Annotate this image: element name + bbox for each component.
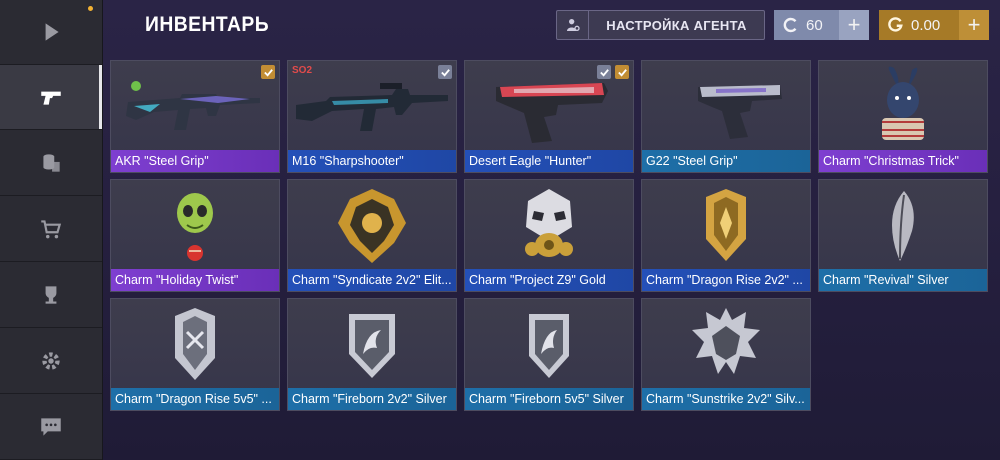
inventory-item[interactable]: Charm "Sunstrike 2v2" Silv...: [641, 298, 811, 411]
bunny-charm-icon: [819, 61, 987, 152]
spiked-shield-icon: [642, 299, 810, 390]
gold-currency: 0.00 +: [879, 10, 989, 40]
silver-balance: 60: [806, 16, 823, 34]
equipped-check: [615, 65, 629, 79]
silver-coin-icon: [783, 17, 797, 33]
item-name-bar: Charm "Dragon Rise 5v5" ...: [111, 388, 279, 410]
inventory-item[interactable]: Charm "Holiday Twist": [110, 179, 280, 292]
coins-icon: [43, 154, 60, 172]
page-title: ИНВЕНТАРЬ: [145, 13, 270, 36]
add-gold-button[interactable]: +: [959, 10, 989, 40]
chat-icon: [41, 418, 61, 436]
play-icon: [45, 23, 59, 41]
gold-balance: 0.00: [911, 16, 941, 34]
inventory-item[interactable]: Charm "Dragon Rise 2v2" ...: [641, 179, 811, 292]
silver-shield-icon: [111, 299, 279, 390]
agent-settings-button[interactable]: НАСТРОЙКА АГЕНТА: [556, 10, 765, 40]
feather-charm-icon: [819, 180, 987, 271]
inventory-item[interactable]: Charm "Syndicate 2v2" Elit...: [287, 179, 457, 292]
check-icon: [599, 68, 609, 77]
agent-settings-label: НАСТРОЙКА АГЕНТА: [606, 17, 747, 33]
check-icon: [263, 68, 273, 77]
silver-balance-area: 60: [774, 10, 839, 40]
sidebar-item-events[interactable]: [0, 263, 102, 328]
pistol-icon: [41, 91, 61, 105]
sidebar-item-coins[interactable]: [0, 131, 102, 196]
check-icon: [617, 68, 627, 77]
alien-charm-icon: [111, 180, 279, 271]
agent-icon: [566, 19, 580, 31]
sidebar-item-play[interactable]: [0, 0, 102, 65]
inventory-item[interactable]: Charm "Christmas Trick": [818, 60, 988, 173]
equipped-check: [438, 65, 452, 79]
inventory-item[interactable]: Charm "Dragon Rise 5v5" ...: [110, 298, 280, 411]
item-name-bar: Charm "Revival" Silver: [819, 269, 987, 291]
inventory-item[interactable]: SO2 M16 "Sharpshooter": [287, 60, 457, 173]
inventory-item[interactable]: Charm "Fireborn 2v2" Silver: [287, 298, 457, 411]
sticker-icon: SO2: [292, 65, 313, 76]
gold-coin-icon: [888, 17, 903, 32]
item-name-bar: Charm "Project Z9" Gold: [465, 269, 633, 291]
pistol-icon: [642, 61, 810, 152]
inventory-item[interactable]: Charm "Revival" Silver: [818, 179, 988, 292]
check-icon: [440, 68, 450, 77]
add-silver-button[interactable]: +: [839, 10, 869, 40]
sidebar-nav: [0, 0, 103, 460]
dragon-shield-icon: [288, 299, 456, 390]
gold-emblem-icon: [288, 180, 456, 271]
inventory-item[interactable]: Desert Eagle "Hunter": [464, 60, 634, 173]
item-name-bar: Charm "Holiday Twist": [111, 269, 279, 291]
equipped-check: [261, 65, 275, 79]
item-name-bar: Charm "Sunstrike 2v2" Silv...: [642, 388, 810, 410]
rifle-icon: [288, 61, 456, 152]
item-name-bar: Charm "Dragon Rise 2v2" ...: [642, 269, 810, 291]
sidebar-item-inventory[interactable]: [0, 65, 102, 130]
sidebar-item-settings[interactable]: [0, 329, 102, 394]
item-name-bar: Desert Eagle "Hunter": [465, 150, 633, 172]
dragon-shield-icon: [465, 299, 633, 390]
gear-icon: [42, 352, 60, 370]
gasmask-charm-icon: [465, 180, 633, 271]
cart-icon: [41, 220, 62, 239]
sidebar-item-shop[interactable]: [0, 197, 102, 262]
gold-balance-area: 0.00: [879, 10, 959, 40]
silver-currency: 60 +: [774, 10, 869, 40]
item-name-bar: M16 "Sharpshooter": [288, 150, 456, 172]
sidebar-item-chat[interactable]: [0, 395, 102, 460]
inventory-item[interactable]: AKR "Steel Grip": [110, 60, 280, 173]
item-name-bar: G22 "Steel Grip": [642, 150, 810, 172]
item-name-bar: Charm "Syndicate 2v2" Elit...: [288, 269, 456, 291]
rifle-icon: [111, 61, 279, 152]
item-name-bar: AKR "Steel Grip": [111, 150, 279, 172]
inventory-item[interactable]: Charm "Fireborn 5v5" Silver: [464, 298, 634, 411]
item-name-bar: Charm "Christmas Trick": [819, 150, 987, 172]
item-name-bar: Charm "Fireborn 2v2" Silver: [288, 388, 456, 410]
inventory-grid: AKR "Steel Grip" SO2 M16 "Sharpshooter": [110, 60, 990, 411]
inventory-item[interactable]: G22 "Steel Grip": [641, 60, 811, 173]
gold-shield-icon: [642, 180, 810, 271]
agent-icon-wrap: [557, 11, 589, 39]
trophy-icon: [45, 286, 57, 304]
equipped-check: [597, 65, 611, 79]
inventory-item[interactable]: Charm "Project Z9" Gold: [464, 179, 634, 292]
item-name-bar: Charm "Fireborn 5v5" Silver: [465, 388, 633, 410]
